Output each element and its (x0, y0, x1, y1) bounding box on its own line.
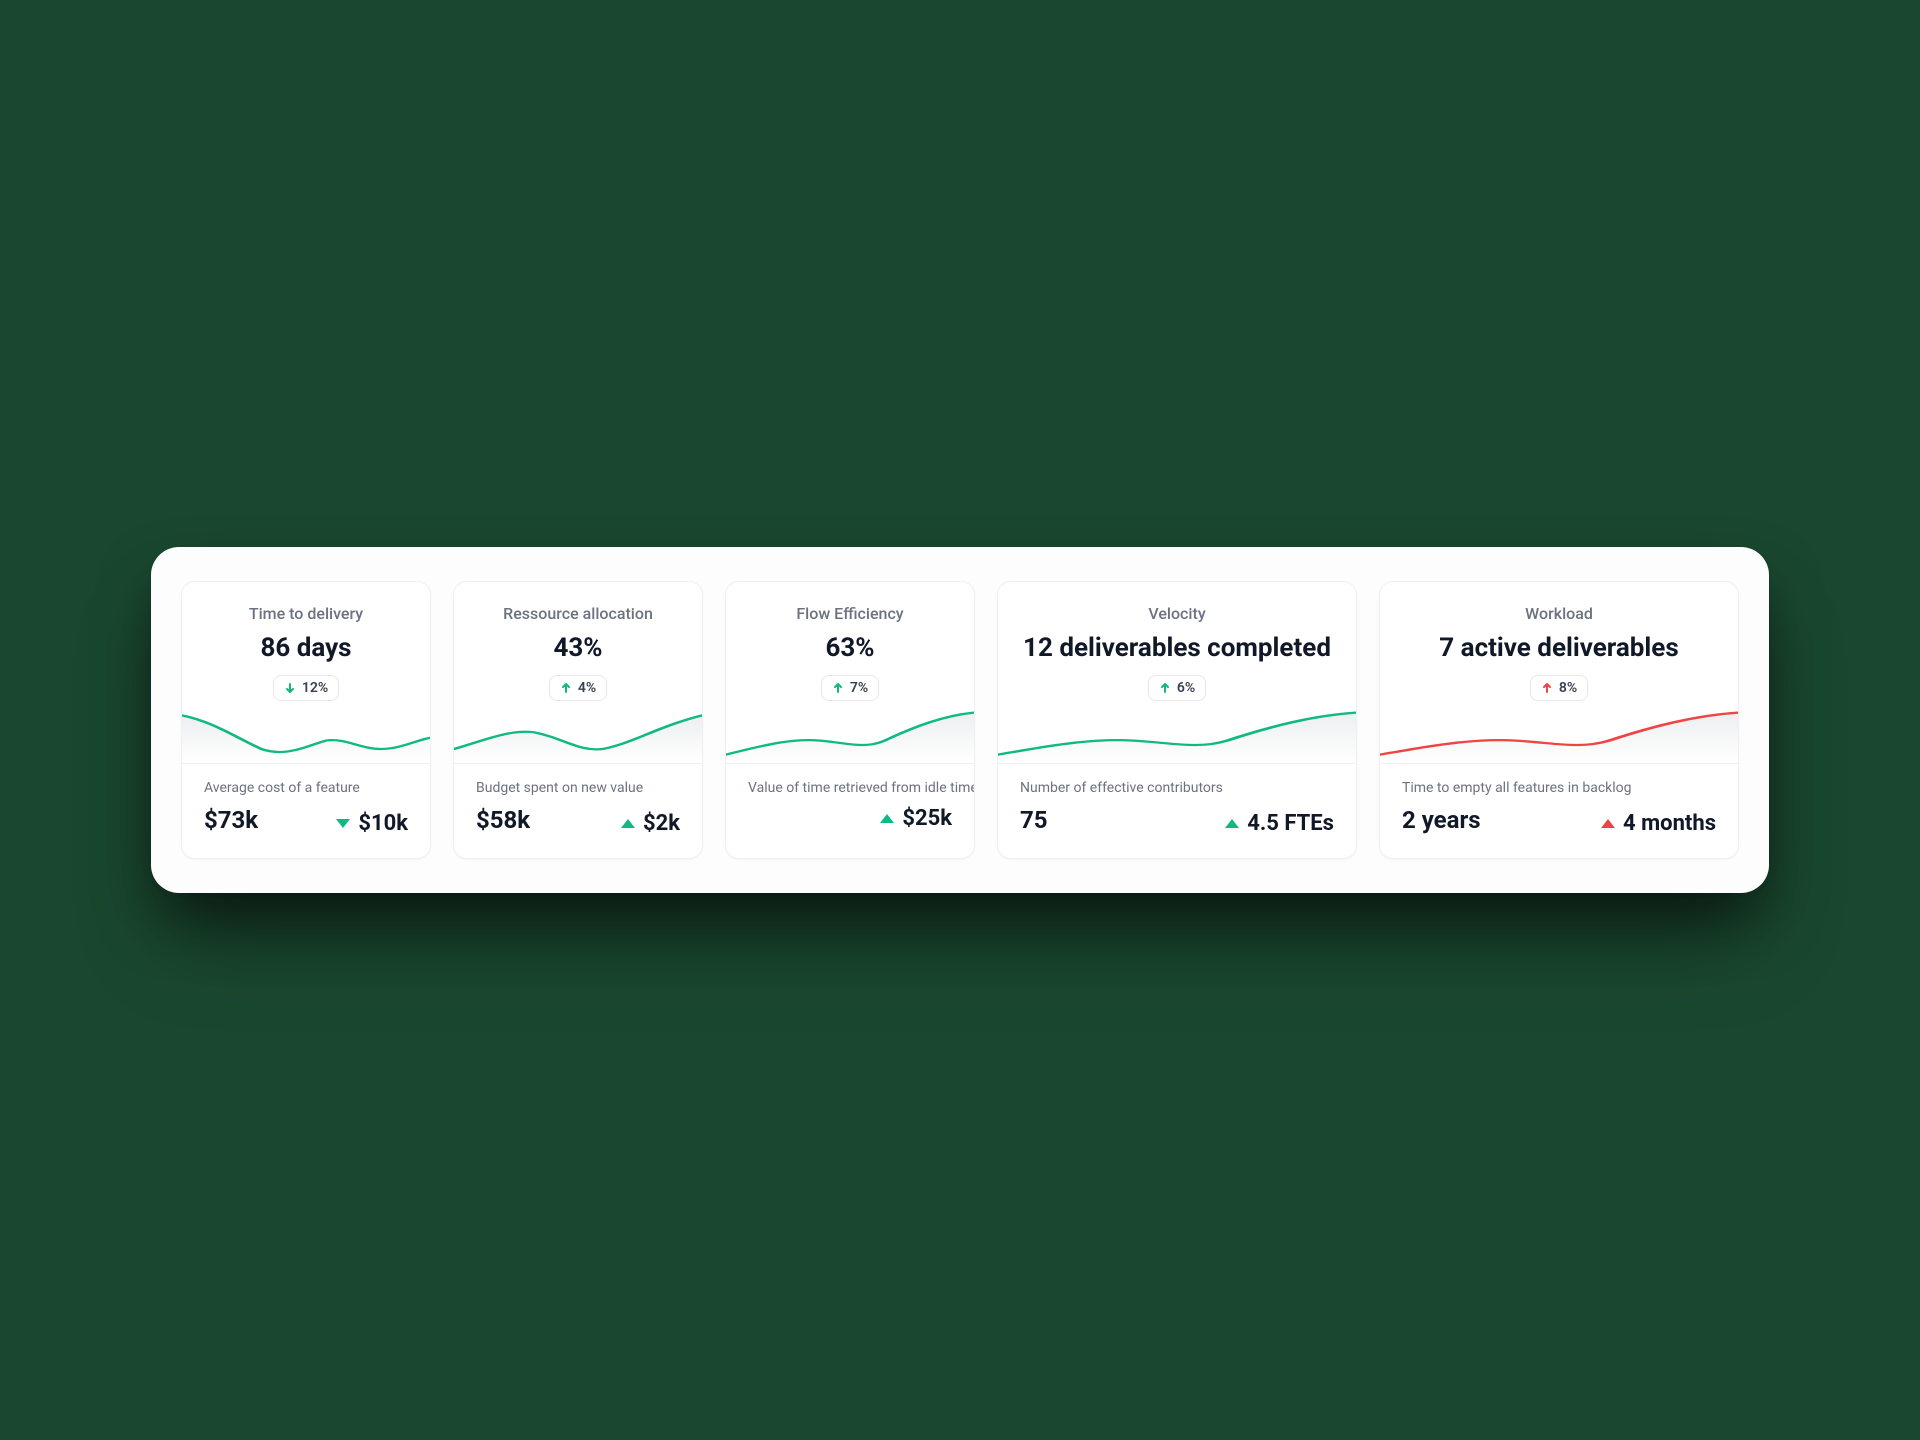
metric-card-flow-efficiency: Flow Efficiency 63% 7% Value of time retrie… (725, 581, 975, 859)
metric-title: Workload (1525, 604, 1593, 623)
metric-delta: 4.5 FTEs (1225, 811, 1334, 836)
metric-change-badge: 4% (549, 675, 607, 701)
metric-delta: 4 months (1601, 811, 1716, 836)
metric-delta-text: $25k (902, 806, 952, 831)
metric-change-badge: 7% (821, 675, 879, 701)
sparkline-chart (454, 707, 702, 763)
metric-card-resource-allocation: Ressource allocation 43% 4% Budget spent on… (453, 581, 703, 859)
arrow-up-icon (1159, 682, 1171, 694)
metric-change-text: 12% (302, 680, 328, 696)
metric-value: 7 active deliverables (1439, 633, 1678, 663)
metric-secondary-value: $58k (476, 806, 530, 834)
metric-title: Flow Efficiency (796, 604, 903, 623)
caret-up-icon (880, 814, 894, 823)
sparkline-chart (998, 707, 1356, 763)
metric-value: 43% (553, 633, 602, 663)
metric-change-text: 6% (1177, 680, 1195, 696)
metric-delta-text: $10k (358, 811, 408, 836)
metrics-panel: Time to delivery 86 days 12% Average cost o… (151, 547, 1769, 893)
metric-delta-text: 4.5 FTEs (1247, 811, 1334, 836)
metric-subtitle: Average cost of a feature (204, 780, 408, 796)
metric-title: Velocity (1148, 604, 1205, 623)
caret-up-icon (1601, 819, 1615, 828)
metric-secondary-value: $73k (204, 806, 258, 834)
metric-subtitle: Number of effective contributors (1020, 780, 1334, 796)
metric-change-text: 8% (1559, 680, 1577, 696)
metric-subtitle: Value of time retrieved from idle time (748, 780, 952, 796)
metric-subtitle: Time to empty all features in backlog (1402, 780, 1716, 796)
metric-change-badge: 6% (1148, 675, 1206, 701)
metric-value: 12 deliverables completed (1023, 633, 1331, 663)
metric-value: 86 days (260, 633, 351, 663)
metric-delta: $2k (621, 811, 680, 836)
metric-change-text: 7% (850, 680, 868, 696)
metric-subtitle: Budget spent on new value (476, 780, 680, 796)
metric-card-time-to-delivery: Time to delivery 86 days 12% Average cost o… (181, 581, 431, 859)
arrow-down-icon (284, 682, 296, 694)
sparkline-chart (726, 707, 974, 763)
caret-up-icon (1225, 819, 1239, 828)
metric-title: Time to delivery (249, 604, 363, 623)
metric-title: Ressource allocation (503, 604, 653, 623)
metric-delta: $10k (336, 811, 408, 836)
metric-secondary-value: 75 (1020, 806, 1048, 834)
metric-delta-text: 4 months (1623, 811, 1716, 836)
metric-change-badge: 12% (273, 675, 339, 701)
sparkline-chart (182, 707, 430, 763)
arrow-up-icon (832, 682, 844, 694)
caret-down-icon (336, 819, 350, 828)
metric-change-badge: 8% (1530, 675, 1588, 701)
metric-value: 63% (825, 633, 874, 663)
sparkline-chart (1380, 707, 1738, 763)
arrow-up-icon (1541, 682, 1553, 694)
arrow-up-icon (560, 682, 572, 694)
metric-card-velocity: Velocity 12 deliverables completed 6% Numbe… (997, 581, 1357, 859)
metric-secondary-value: 2 years (1402, 806, 1481, 834)
metric-delta: $25k (880, 806, 952, 831)
metric-delta-text: $2k (643, 811, 680, 836)
caret-up-icon (621, 819, 635, 828)
metric-change-text: 4% (578, 680, 596, 696)
metric-card-workload: Workload 7 active deliverables 8% Time to e… (1379, 581, 1739, 859)
